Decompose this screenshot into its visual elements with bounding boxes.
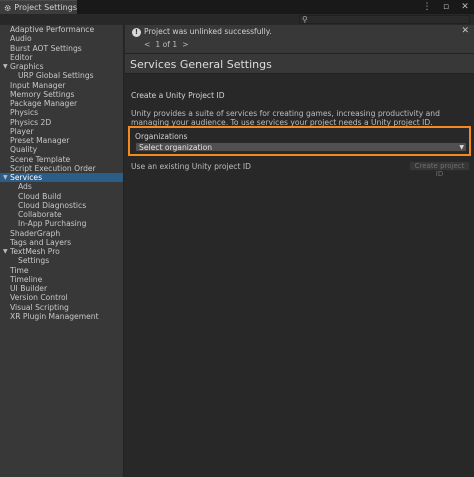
sidebar-item[interactable]: Cloud Diagnostics xyxy=(0,201,123,210)
sidebar-item-label: Services xyxy=(10,173,43,182)
sidebar-item-label: In-App Purchasing xyxy=(18,219,87,229)
sidebar-item[interactable]: Script Execution Order xyxy=(0,164,123,173)
sidebar-item[interactable]: Package Manager xyxy=(0,99,123,108)
sidebar-item-label: Physics 2D xyxy=(10,117,52,127)
sidebar-item[interactable]: Physics xyxy=(0,108,123,117)
section-header: Services General Settings xyxy=(125,53,474,74)
sidebar-item[interactable]: Adaptive Performance xyxy=(0,25,123,34)
sidebar-item[interactable]: Cloud Build xyxy=(0,192,123,201)
organizations-selected-value: Select organization xyxy=(139,143,213,152)
sidebar-item[interactable]: Memory Settings xyxy=(0,90,123,99)
sidebar-item-label: Package Manager xyxy=(10,99,78,108)
sidebar-item[interactable]: URP Global Settings xyxy=(0,71,123,80)
sidebar-item-label: Editor xyxy=(10,52,33,62)
sidebar-item-label: Ads xyxy=(18,182,32,192)
window-controls: ⋮ ▫ ✕ xyxy=(422,1,470,13)
pager-next-button[interactable]: > xyxy=(182,40,188,49)
notification-bar: ! Project was unlinked successfully. ✕ <… xyxy=(125,25,474,53)
sidebar-item-label: Cloud Build xyxy=(18,191,62,201)
sidebar-item-label: Graphics xyxy=(10,62,44,71)
sidebar-item[interactable]: Ads xyxy=(0,182,123,191)
sidebar-item[interactable]: Visual Scripting xyxy=(0,303,123,312)
project-settings-tab[interactable]: Project Settings xyxy=(0,0,77,14)
sidebar-item-label: Audio xyxy=(10,34,32,44)
sidebar-item-label: Scene Template xyxy=(10,154,71,164)
sidebar-item-label: Preset Manager xyxy=(10,136,70,145)
pager-prev-button[interactable]: < xyxy=(144,40,150,49)
settings-sidebar: Adaptive Performance Audio Burst AOT Setti… xyxy=(0,25,124,477)
sidebar-item-label: Version Control xyxy=(10,293,68,303)
sidebar-item[interactable]: Version Control xyxy=(0,293,123,302)
sidebar-item-label: URP Global Settings xyxy=(18,71,94,81)
sidebar-item-label: TextMesh Pro xyxy=(10,247,60,256)
close-icon[interactable]: ✕ xyxy=(460,1,470,13)
pager-count: 1 of 1 xyxy=(155,40,178,49)
organizations-dropdown[interactable]: Select organization ▼ xyxy=(135,142,467,152)
sidebar-item[interactable]: ▼ Graphics xyxy=(0,62,123,71)
sidebar-item[interactable]: Collaborate xyxy=(0,210,123,219)
sidebar-item[interactable]: Settings xyxy=(0,256,123,265)
kebab-menu-icon[interactable]: ⋮ xyxy=(422,1,432,13)
notification-pager: < 1 of 1 > xyxy=(144,40,189,49)
sidebar-item[interactable]: Quality xyxy=(0,145,123,154)
main-panel: ! Project was unlinked successfully. ✕ <… xyxy=(125,25,474,477)
existing-project-link[interactable]: Use an existing Unity project ID xyxy=(131,162,251,171)
sidebar-item-label: Collaborate xyxy=(18,210,62,219)
sidebar-item-label: Script Execution Order xyxy=(10,163,96,173)
sidebar-item-label: Tags and Layers xyxy=(10,237,72,247)
sidebar-item[interactable]: ▼ Services xyxy=(0,173,123,183)
sidebar-item[interactable]: In-App Purchasing xyxy=(0,219,123,228)
page-title: Services General Settings xyxy=(130,58,272,71)
sidebar-item[interactable]: ▼ TextMesh Pro xyxy=(0,247,123,256)
sidebar-item-label: Quality xyxy=(10,145,38,155)
sidebar-item[interactable]: Timeline xyxy=(0,275,123,284)
sidebar-item-label: Player xyxy=(10,126,34,136)
sidebar-item-label: Memory Settings xyxy=(10,89,75,99)
sidebar-item-label: Physics xyxy=(10,108,39,118)
chevron-down-icon: ▼ xyxy=(459,144,464,151)
sidebar-item[interactable]: Editor xyxy=(0,53,123,62)
services-description: Unity provides a suite of services for c… xyxy=(131,109,440,127)
sidebar-item[interactable]: Audio xyxy=(0,34,123,43)
toolbar: ⚲ xyxy=(0,14,474,24)
window-titlebar: Project Settings ⋮ ▫ ✕ xyxy=(0,0,474,14)
search-input[interactable]: ⚲ xyxy=(299,15,470,24)
sidebar-item-label: Visual Scripting xyxy=(10,302,69,312)
sidebar-item-label: UI Builder xyxy=(10,284,48,293)
sidebar-item-label: Burst AOT Settings xyxy=(10,43,82,53)
gear-icon xyxy=(4,4,11,11)
sidebar-item[interactable]: Input Manager xyxy=(0,81,123,90)
organizations-highlight: Organizations Select organization ▼ xyxy=(128,126,471,156)
expand-arrow-icon[interactable]: ▼ xyxy=(3,173,8,182)
maximize-icon[interactable]: ▫ xyxy=(441,1,451,13)
sidebar-item-label: Settings xyxy=(18,256,50,266)
sidebar-item-label: Cloud Diagnostics xyxy=(18,200,87,210)
create-project-heading: Create a Unity Project ID xyxy=(131,91,225,100)
sidebar-item-label: Input Manager xyxy=(10,80,66,90)
sidebar-item[interactable]: Tags and Layers xyxy=(0,238,123,247)
info-icon: ! xyxy=(132,28,141,37)
sidebar-item[interactable]: Player xyxy=(0,127,123,136)
notification-message: Project was unlinked successfully. xyxy=(144,27,272,36)
sidebar-item-label: Time xyxy=(10,265,29,275)
sidebar-item[interactable]: Burst AOT Settings xyxy=(0,44,123,53)
expand-arrow-icon[interactable]: ▼ xyxy=(3,247,8,256)
sidebar-item[interactable]: UI Builder xyxy=(0,284,123,293)
sidebar-item-label: XR Plugin Management xyxy=(10,311,99,321)
tab-title: Project Settings xyxy=(14,3,77,12)
search-icon: ⚲ xyxy=(302,15,308,24)
create-project-id-button[interactable]: Create project ID xyxy=(409,161,470,178)
sidebar-item[interactable]: Scene Template xyxy=(0,155,123,164)
sidebar-item-label: Adaptive Performance xyxy=(10,25,95,34)
organizations-label: Organizations xyxy=(135,132,188,141)
close-notification-icon[interactable]: ✕ xyxy=(461,26,469,36)
sidebar-item-label: ShaderGraph xyxy=(10,228,61,238)
sidebar-item[interactable]: Physics 2D xyxy=(0,118,123,127)
sidebar-item[interactable]: Preset Manager xyxy=(0,136,123,145)
sidebar-item-label: Timeline xyxy=(10,274,43,284)
sidebar-item[interactable]: Time xyxy=(0,266,123,275)
sidebar-item[interactable]: XR Plugin Management xyxy=(0,312,123,321)
sidebar-item[interactable]: ShaderGraph xyxy=(0,229,123,238)
expand-arrow-icon[interactable]: ▼ xyxy=(3,62,8,71)
